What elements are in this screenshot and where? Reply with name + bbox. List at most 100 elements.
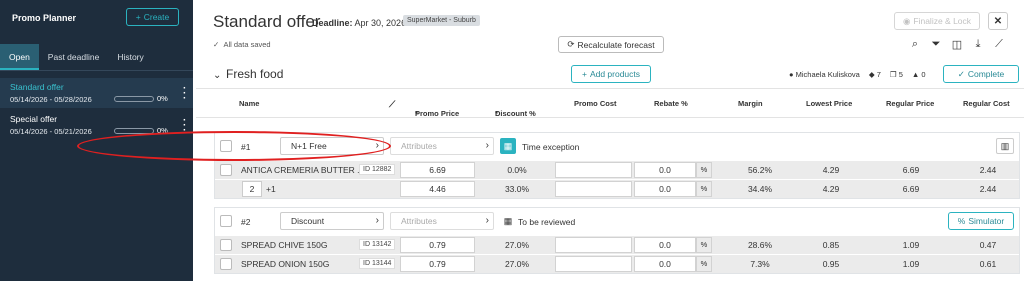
simulator-button[interactable]: % Simulator [948,212,1014,230]
col-discount-label: Discount % [495,109,536,118]
col-promo-price-label: Promo Price [415,109,460,118]
required-marker: * [495,109,498,118]
percent-icon: % [957,216,966,226]
recalculate-label: Recalculate forecast [577,39,655,50]
check-icon: ✓ [957,68,965,79]
table-row: SPREAD CHIVE 150G ID 13142 0.79 27.0% 0.… [215,235,1019,254]
warning-count: 0 [921,70,926,79]
discount-value: 27.0% [504,240,530,250]
bar-chart-icon[interactable]: ▥ [996,138,1014,154]
col-rebate[interactable]: Rebate % [654,99,688,108]
group-checkbox[interactable] [220,215,232,227]
offer-dates: 05/14/2026 - 05/28/2026 [10,95,92,104]
complete-button[interactable]: ✓ Complete [943,65,1019,83]
deadline-value: Apr 30, 2026 [354,18,407,28]
calendar-icon[interactable]: ▦ [500,138,516,154]
more-vertical-icon[interactable]: · · · [183,84,186,104]
close-button[interactable]: ✕ [988,12,1008,30]
table-row: ANTICA CREMERIA BUTTER ... ID 12882 6.69… [215,160,1019,179]
col-margin[interactable]: Margin [738,99,763,108]
row-checkbox[interactable] [220,164,232,176]
regular-cost-value: 2.44 [979,165,997,175]
attributes-placeholder: Attributes [401,216,437,226]
download-icon[interactable]: ⤓ [972,38,984,51]
page-title: Standard offer [213,12,321,31]
col-promo-cost[interactable]: Promo Cost [574,99,617,108]
promo-price-input[interactable]: 4.46 [400,181,475,197]
col-regular-cost[interactable]: Regular Cost [963,99,1010,108]
chevron-down-icon[interactable]: ⌄ [213,70,221,81]
offer-item-standard[interactable]: Standard offer 05/14/2026 - 05/28/2026 0… [0,78,193,108]
tab-past-deadline[interactable]: Past deadline [39,44,109,70]
regular-price-value: 6.69 [902,165,920,175]
required-marker: * [415,109,418,118]
lowest-price-value: 0.85 [822,240,840,250]
trend-chart-icon[interactable]: ⟋ [993,38,1005,51]
attributes-select[interactable]: Attributes › [390,137,494,155]
col-regular-price[interactable]: Regular Price [886,99,934,108]
finalize-lock-button[interactable]: ◉ Finalize & Lock [894,12,980,30]
promo-cost-input[interactable] [555,181,632,197]
col-lowest-price[interactable]: Lowest Price [806,99,852,108]
rebate-input[interactable]: 0.0 [634,256,696,272]
product-name: ANTICA CREMERIA BUTTER ... [241,165,365,175]
discount-value: 0.0% [507,165,527,175]
plus-icon: + [135,12,141,22]
user-icon: ● [789,70,794,79]
deadline: Deadline: Apr 30, 2026 [312,18,406,28]
offer-dates: 05/14/2026 - 05/21/2026 [10,127,92,136]
table-row: SPREAD ONION 150G ID 13144 0.79 27.0% 0.… [215,254,1019,273]
tag-count: 7 [876,70,881,79]
promo-price-input[interactable]: 0.79 [400,256,475,272]
quantity-stepper[interactable]: 2 [242,181,262,197]
recalculate-forecast-button[interactable]: ⟳ Recalculate forecast [558,36,664,53]
review-status-label: To be reviewed [518,217,576,227]
mechanic-select[interactable]: Discount › [280,212,384,230]
toolbar-icons: ⌕ ⏷ ◫ ⤓ ⟋ [909,38,1005,51]
col-name[interactable]: Name [239,99,259,108]
group-header: #2 Discount › Attributes › ▦ To be revie… [215,208,1019,235]
search-icon[interactable]: ⌕ [909,38,921,51]
free-quantity: +1 [266,184,276,194]
add-products-button[interactable]: + Add products [571,65,651,83]
app-title: Promo Planner [12,13,77,23]
row-checkbox[interactable] [220,258,232,270]
regular-cost-value: 0.47 [979,240,997,250]
discount-value: 27.0% [504,259,530,269]
discount-value: 33.0% [504,184,530,194]
rebate-input[interactable]: 0.0 [634,181,696,197]
filter-icon[interactable]: ⏷ [930,38,942,51]
promo-cost-input[interactable] [555,237,632,253]
offer-progress-bar [114,96,154,102]
group-number: #2 [241,217,251,227]
columns-icon[interactable]: ◫ [951,38,963,51]
chevron-right-icon: › [375,215,379,226]
percent-unit: % [696,256,712,272]
margin-value: 56.2% [747,165,773,175]
refresh-icon: ⟳ [567,39,575,49]
offer-progress-value: 0% [157,94,168,103]
save-status: ✓ All data saved [213,40,271,49]
rebate-input[interactable]: 0.0 [634,237,696,253]
highlight-ring [77,131,391,161]
create-button[interactable]: + Create [126,8,179,26]
margin-value: 34.4% [747,184,773,194]
promo-cost-input[interactable] [555,256,632,272]
calendar-icon[interactable]: ▦ [500,213,516,229]
promo-price-input[interactable]: 0.79 [400,237,475,253]
save-status-text: All data saved [223,40,271,49]
percent-unit: % [696,181,712,197]
tab-open[interactable]: Open [0,44,39,70]
attributes-select[interactable]: Attributes › [390,212,494,230]
resize-handle-icon[interactable]: ⟋ [389,99,395,110]
product-id: ID 12882 [359,164,396,175]
store-tag: SuperMarket - Suburb [403,15,480,26]
regular-price-value: 1.09 [902,259,920,269]
promo-price-input[interactable]: 6.69 [400,162,475,178]
row-checkbox[interactable] [220,239,232,251]
promo-cost-input[interactable] [555,162,632,178]
section-meta: ● Michaela Kuliskova ◆ 7 ❐ 5 ▲ 0 [789,70,926,79]
finalize-label: Finalize & Lock [913,16,972,26]
rebate-input[interactable]: 0.0 [634,162,696,178]
tab-history[interactable]: History [108,44,152,70]
